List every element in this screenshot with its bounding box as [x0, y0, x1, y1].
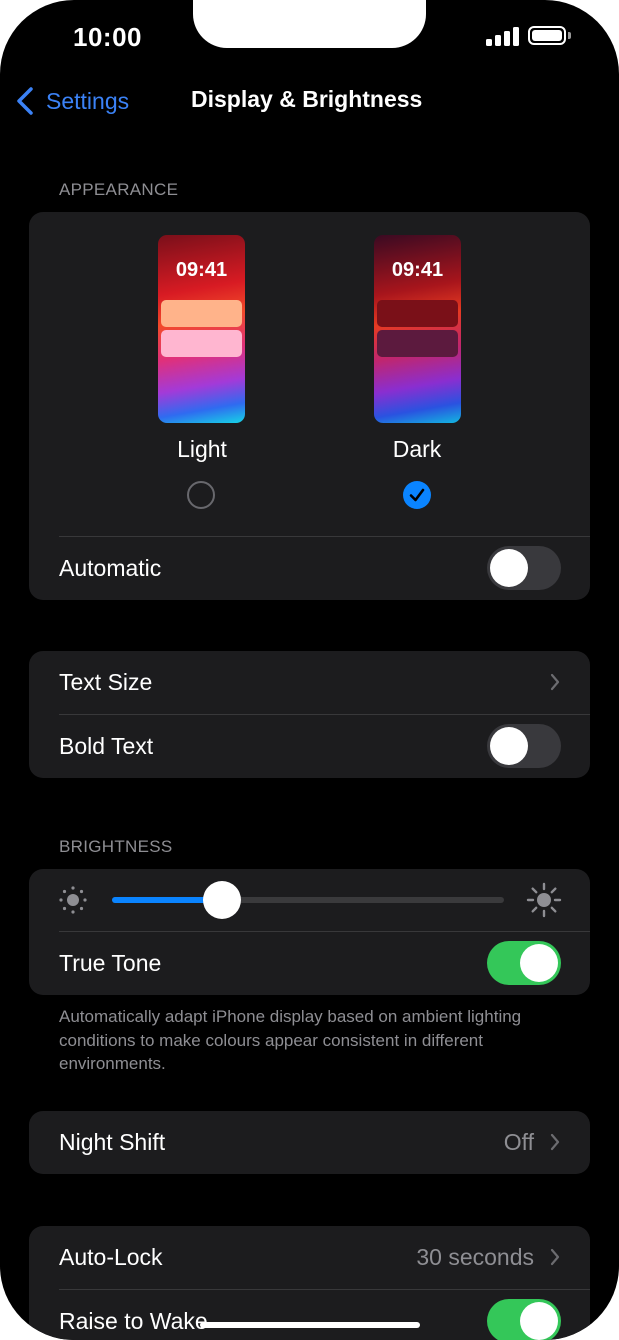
back-label: Settings: [46, 87, 130, 114]
brightness-slider-thumb[interactable]: [202, 881, 241, 919]
raise-to-wake-toggle[interactable]: [487, 1299, 561, 1340]
cellular-signal-icon: [486, 27, 520, 46]
light-label: Light: [177, 436, 227, 462]
chevron-right-icon: [550, 673, 560, 691]
chevron-right-icon: [550, 1133, 560, 1151]
light-mode-preview[interactable]: 09:41: [158, 235, 245, 423]
night-shift-label: Night Shift: [59, 1129, 166, 1155]
raise-to-wake-label: Raise to Wake: [59, 1308, 208, 1334]
raise-to-wake-row: Raise to Wake: [29, 1290, 590, 1340]
true-tone-toggle[interactable]: [487, 941, 561, 985]
automatic-toggle[interactable]: [487, 546, 561, 590]
chevron-right-icon: [550, 1248, 560, 1266]
dark-radio[interactable]: [403, 481, 431, 509]
notch: [193, 0, 426, 48]
bold-text-label: Bold Text: [59, 733, 154, 759]
checkmark-icon: [409, 488, 425, 502]
dark-preview-time: 09:41: [391, 259, 444, 281]
auto-lock-row[interactable]: Auto-Lock 30 seconds: [29, 1226, 590, 1289]
bold-text-toggle[interactable]: [487, 724, 561, 768]
light-preview-widget: [161, 330, 242, 357]
brightness-slider[interactable]: [112, 881, 504, 919]
brightness-card: True Tone: [29, 869, 590, 995]
page-title: Display & Brightness: [191, 86, 423, 112]
battery-icon: [528, 26, 566, 45]
dark-mode-preview[interactable]: 09:41: [374, 235, 461, 423]
night-shift-card: Night Shift Off: [29, 1111, 590, 1174]
text-card: Text Size Bold Text: [29, 651, 590, 778]
light-preview-time: 09:41: [175, 259, 228, 281]
battery-tip: [568, 32, 571, 39]
night-shift-value: Off: [503, 1129, 534, 1155]
back-button[interactable]: Settings: [16, 84, 129, 118]
light-preview-widget: [161, 300, 242, 327]
brightness-header: BRIGHTNESS: [59, 837, 173, 856]
text-size-row[interactable]: Text Size: [29, 651, 590, 714]
sun-min-icon: [59, 886, 87, 914]
auto-lock-label: Auto-Lock: [59, 1244, 163, 1270]
true-tone-footnote: Automatically adapt iPhone display based…: [59, 1007, 522, 1073]
night-shift-row[interactable]: Night Shift Off: [29, 1111, 590, 1174]
home-indicator[interactable]: [200, 1322, 420, 1328]
sun-max-icon: [526, 882, 562, 918]
light-radio[interactable]: [187, 481, 215, 509]
automatic-row: Automatic: [29, 537, 590, 600]
chevron-left-icon: [17, 87, 33, 115]
automatic-label: Automatic: [59, 555, 162, 581]
dark-preview-widget: [377, 330, 458, 357]
true-tone-label: True Tone: [59, 950, 162, 976]
dark-preview-widget: [377, 300, 458, 327]
appearance-card: 09:41 Light 09:41 Dark Automatic: [29, 212, 590, 600]
bold-text-row: Bold Text: [29, 715, 590, 778]
text-size-label: Text Size: [59, 669, 153, 695]
phone-screen: 10:00 Settings Display & Brightness APPE…: [0, 0, 619, 1340]
appearance-header: APPEARANCE: [59, 180, 179, 199]
status-time: 10:00: [73, 22, 142, 52]
true-tone-row: True Tone: [29, 932, 590, 995]
auto-lock-value: 30 seconds: [416, 1244, 534, 1270]
dark-label: Dark: [392, 436, 442, 462]
